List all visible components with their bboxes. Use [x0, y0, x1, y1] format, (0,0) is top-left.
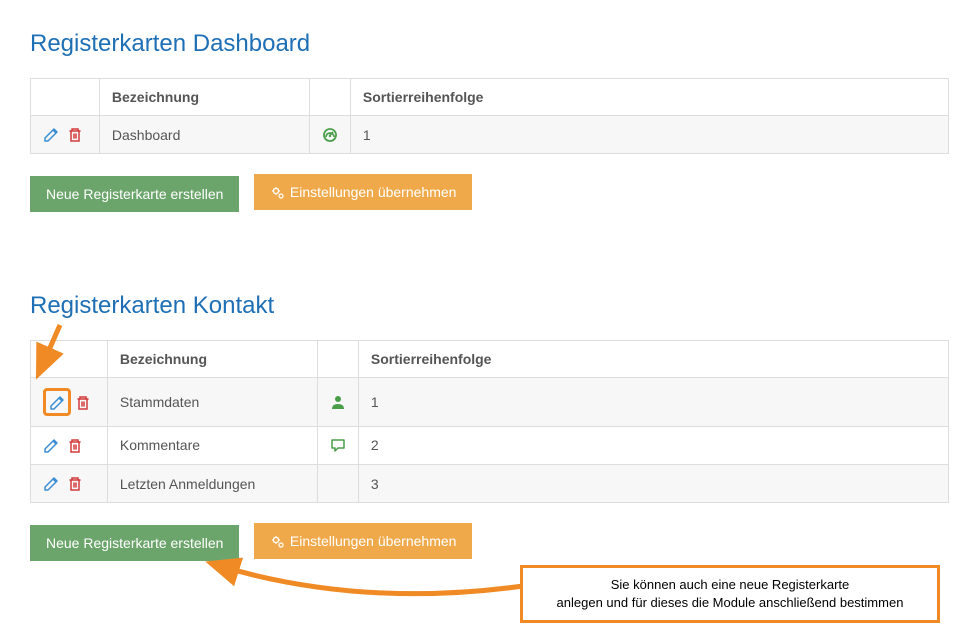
callout-line1: Sie können auch eine neue Registerkarte — [537, 576, 923, 594]
cell-name: Dashboard — [99, 116, 309, 154]
table-row: Kommentare 2 — [31, 426, 949, 464]
cell-sort: 3 — [358, 464, 948, 502]
header-name: Bezeichnung — [99, 79, 309, 116]
header-icon — [309, 79, 350, 116]
button-label: Einstellungen übernehmen — [290, 184, 457, 200]
cogs-icon — [270, 185, 284, 199]
table-row: Stammdaten 1 — [31, 378, 949, 426]
section-title-kontakt: Registerkarten Kontakt — [30, 292, 949, 320]
section-title-dashboard: Registerkarten Dashboard — [30, 30, 949, 58]
header-name: Bezeichnung — [107, 341, 317, 378]
cell-sort: 2 — [358, 426, 948, 464]
highlight-edit-icon — [43, 388, 71, 415]
cell-name: Kommentare — [107, 426, 317, 464]
header-sort: Sortierreihenfolge — [350, 79, 948, 116]
edit-icon[interactable] — [43, 127, 59, 143]
empty-icon — [317, 464, 358, 502]
button-label: Neue Registerkarte erstellen — [46, 535, 223, 551]
cell-sort: 1 — [350, 116, 948, 154]
apply-settings-button[interactable]: Einstellungen übernehmen — [254, 523, 473, 559]
header-icon — [317, 341, 358, 378]
apply-settings-button[interactable]: Einstellungen übernehmen — [254, 174, 473, 210]
edit-icon[interactable] — [43, 438, 59, 454]
table-dashboard: Bezeichnung Sortierreihenfolge Dashboard… — [30, 78, 949, 154]
comment-icon — [317, 426, 358, 464]
cogs-icon — [270, 534, 284, 548]
cell-sort: 1 — [358, 378, 948, 426]
annotation-arrow-top — [20, 320, 80, 390]
table-row: Dashboard 1 — [31, 116, 949, 154]
delete-icon[interactable] — [75, 395, 91, 411]
delete-icon[interactable] — [67, 476, 83, 492]
table-kontakt: Bezeichnung Sortierreihenfolge Stammdate… — [30, 340, 949, 503]
cell-name: Letzten Anmeldungen — [107, 464, 317, 502]
header-actions — [31, 79, 100, 116]
callout-line2: anlegen und für dieses die Module anschl… — [537, 594, 923, 612]
dashboard-icon — [309, 116, 350, 154]
cell-name: Stammdaten — [107, 378, 317, 426]
button-label: Einstellungen übernehmen — [290, 533, 457, 549]
table-row: Letzten Anmeldungen 3 — [31, 464, 949, 502]
edit-icon[interactable] — [49, 395, 65, 411]
delete-icon[interactable] — [67, 127, 83, 143]
header-sort: Sortierreihenfolge — [358, 341, 948, 378]
edit-icon[interactable] — [43, 476, 59, 492]
user-icon — [317, 378, 358, 426]
delete-icon[interactable] — [67, 438, 83, 454]
create-tab-button[interactable]: Neue Registerkarte erstellen — [30, 176, 239, 212]
annotation-arrow-bottom — [180, 555, 540, 610]
annotation-callout: Sie können auch eine neue Registerkarte … — [520, 565, 940, 623]
button-label: Neue Registerkarte erstellen — [46, 186, 223, 202]
